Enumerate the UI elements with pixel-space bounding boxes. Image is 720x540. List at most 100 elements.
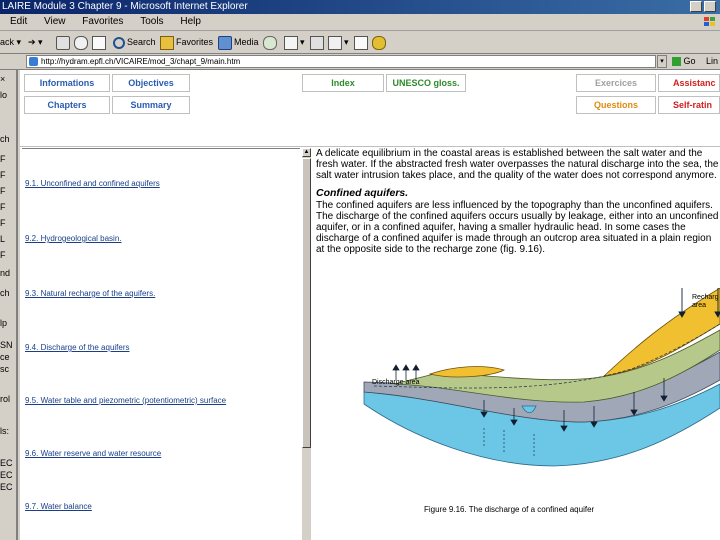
page-content: Informations Objectives Chapters Summary…	[20, 70, 720, 540]
stop-icon	[56, 35, 70, 50]
explorer-item[interactable]: lp	[0, 318, 7, 328]
history-button[interactable]	[263, 35, 279, 50]
media-button[interactable]: Media	[218, 35, 259, 50]
nav-unesco-glossary-button[interactable]: UNESCO gloss.	[386, 74, 466, 92]
forward-button[interactable]: ➔ ▾	[28, 35, 43, 49]
explorer-item[interactable]: EC	[0, 470, 13, 480]
scroll-up-icon[interactable]: ▲	[302, 148, 311, 157]
menu-view[interactable]: View	[44, 14, 66, 30]
explorer-item[interactable]: L	[0, 234, 5, 244]
explorer-item[interactable]: F	[0, 250, 6, 260]
toolbar: ack ▾ ➔ ▾ Search Favorites Media ▾ ▾	[0, 31, 720, 54]
explorer-item[interactable]: F	[0, 186, 6, 196]
toc-link[interactable]: 9.6. Water reserve and water resource	[25, 449, 161, 458]
stop-button[interactable]	[56, 35, 72, 50]
toc-link[interactable]: 9.4. Discharge of the aquifers	[25, 343, 130, 352]
search-icon	[113, 36, 125, 49]
paragraph: A delicate equilibrium in the coastal ar…	[316, 148, 719, 181]
media-label: Media	[234, 37, 259, 47]
edit-icon	[328, 35, 342, 50]
toc-link[interactable]: 9.3. Natural recharge of the aquifers.	[25, 289, 155, 298]
explorer-item[interactable]: ls:	[0, 426, 9, 436]
nav-chapters-button[interactable]: Chapters	[24, 96, 110, 114]
page-icon	[29, 57, 38, 66]
aquifer-diagram	[363, 288, 720, 467]
mail-button[interactable]: ▾	[284, 35, 305, 50]
dropdown-arrow-icon: ▾	[16, 37, 22, 47]
toc-link[interactable]: 9.7. Water balance	[25, 502, 92, 511]
address-dropdown-button[interactable]: ▾	[657, 55, 667, 68]
figure-caption: Figure 9.16. The discharge of a confined…	[424, 505, 595, 514]
menu-bar: Edit View Favorites Tools Help	[0, 14, 720, 31]
recharge-area-label: Recharg	[692, 294, 719, 301]
links-label[interactable]: Lin	[706, 55, 718, 68]
mail-icon	[284, 35, 298, 50]
explorer-item[interactable]: F	[0, 170, 6, 180]
nav-objectives-button[interactable]: Objectives	[112, 74, 190, 92]
explorer-label: lo	[0, 90, 8, 100]
edit-button[interactable]: ▾	[328, 35, 349, 50]
frame-divider	[20, 146, 720, 147]
nav-exercices-button[interactable]: Exercices	[576, 74, 656, 92]
discuss-button[interactable]	[354, 35, 370, 50]
print-icon	[310, 35, 324, 50]
explorer-item[interactable]: ce	[0, 352, 10, 362]
toc-frame: 9.1. Unconfined and confined aquifers 9.…	[22, 148, 300, 540]
search-button[interactable]: Search	[113, 35, 156, 49]
messenger-button[interactable]	[372, 35, 388, 50]
print-button[interactable]	[310, 35, 326, 50]
home-button[interactable]	[92, 35, 108, 50]
menu-edit[interactable]: Edit	[10, 14, 27, 30]
favorites-folder-icon	[160, 35, 174, 50]
nav-self-rating-button[interactable]: Self-ratin	[658, 96, 720, 114]
forward-arrow-icon: ➔ ▾	[28, 37, 43, 47]
back-button[interactable]: ack ▾	[0, 35, 21, 49]
explorer-item[interactable]: nd	[0, 268, 10, 278]
refresh-button[interactable]	[74, 35, 90, 50]
menu-help[interactable]: Help	[180, 14, 201, 30]
address-bar: http://hydram.epfl.ch/VICAIRE/mod_3/chap…	[0, 54, 720, 70]
refresh-icon	[74, 35, 88, 50]
toc-link[interactable]: 9.2. Hydrogeological basin.	[25, 234, 122, 243]
explorer-item[interactable]: EC	[0, 482, 13, 492]
maximize-button[interactable]	[704, 1, 716, 12]
explorer-pane: × lo ch F F F F F L F nd ch lp SN ce sc …	[0, 70, 18, 540]
explorer-item[interactable]: SN	[0, 340, 13, 350]
menu-tools[interactable]: Tools	[140, 14, 163, 30]
history-icon	[263, 35, 277, 50]
nav-questions-button[interactable]: Questions	[576, 96, 656, 114]
recharge-area-label: area	[692, 302, 707, 309]
favorites-label: Favorites	[176, 37, 214, 47]
go-button[interactable]: Go	[672, 55, 696, 68]
toc-link[interactable]: 9.5. Water table and piezometric (potent…	[25, 396, 226, 405]
home-icon	[92, 35, 106, 50]
toc-scrollbar[interactable]: ▲	[301, 148, 311, 540]
explorer-item[interactable]: rol	[0, 394, 10, 404]
favorites-button[interactable]: Favorites	[160, 35, 214, 50]
scroll-thumb[interactable]	[302, 158, 311, 448]
explorer-close-icon[interactable]: ×	[0, 74, 5, 84]
menu-favorites[interactable]: Favorites	[82, 14, 123, 30]
back-label: ack	[0, 37, 15, 47]
nav-index-button[interactable]: Index	[302, 74, 384, 92]
discuss-icon	[354, 35, 368, 50]
nav-assistance-button[interactable]: Assistanc	[658, 74, 720, 92]
explorer-item[interactable]: F	[0, 218, 6, 228]
text-pane: A delicate equilibrium in the coastal ar…	[316, 148, 720, 540]
explorer-item[interactable]: ch	[0, 288, 10, 298]
address-input[interactable]: http://hydram.epfl.ch/VICAIRE/mod_3/chap…	[26, 55, 656, 68]
nav-informations-button[interactable]: Informations	[24, 74, 110, 92]
explorer-item[interactable]: F	[0, 154, 6, 164]
title-bar: LAIRE Module 3 Chapter 9 - Microsoft Int…	[0, 0, 720, 14]
explorer-item[interactable]: F	[0, 202, 6, 212]
explorer-label: ch	[0, 134, 10, 144]
nav-summary-button[interactable]: Summary	[112, 96, 190, 114]
explorer-item[interactable]: EC	[0, 458, 13, 468]
discharge-area-label: Discharge area	[372, 379, 420, 386]
address-url: http://hydram.epfl.ch/VICAIRE/mod_3/chap…	[41, 57, 241, 66]
explorer-item[interactable]: sc	[0, 364, 9, 374]
aquifer-yellow-patch	[428, 366, 505, 378]
minimize-button[interactable]	[690, 1, 702, 12]
toc-link[interactable]: 9.1. Unconfined and confined aquifers	[25, 179, 160, 188]
go-label: Go	[683, 56, 696, 66]
